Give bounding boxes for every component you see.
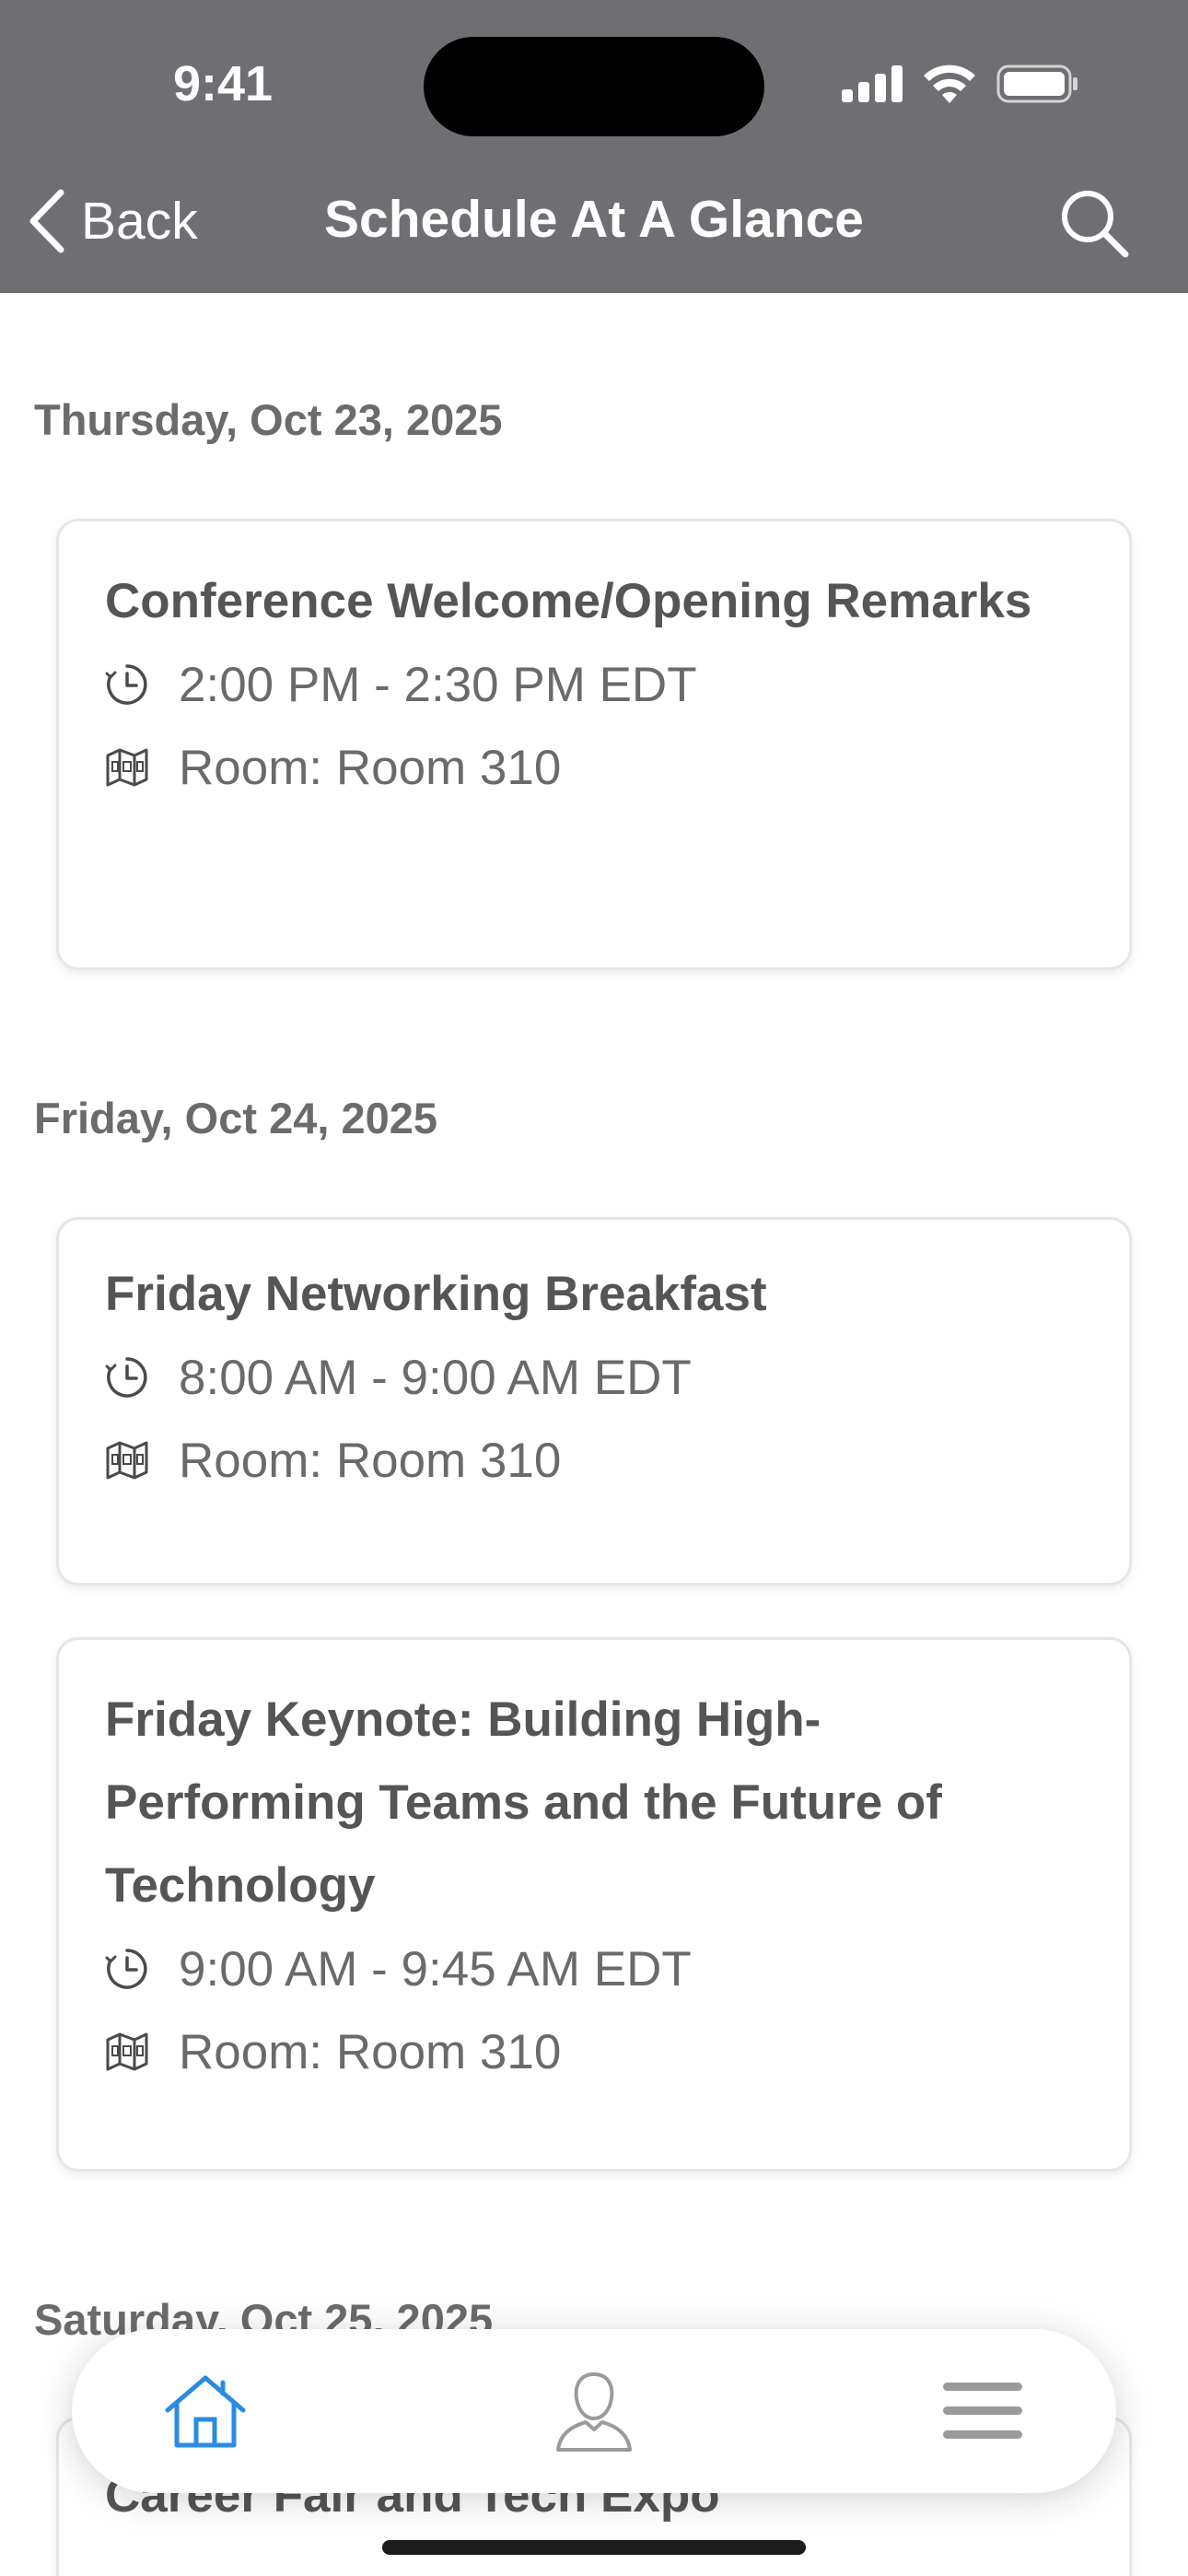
battery-icon [996,64,1077,103]
cellular-signal-icon [842,65,903,102]
session-card[interactable]: Friday Keynote: Building High-Performing… [56,1637,1132,2172]
top-bar: 9:41 Back Schedule At A Glance [0,0,1188,293]
session-room-row: Room: Room 310 [105,2010,1083,2093]
clock-icon [105,664,147,705]
session-time-row: 8:00 AM - 9:00 AM EDT [105,1336,1083,1419]
map-icon [106,1441,148,1480]
session-room: Room: Room 310 [179,2024,562,2079]
session-room-row: Room: Room 310 [105,726,1083,809]
tab-menu[interactable] [932,2360,1033,2462]
session-time: 8:00 AM - 9:00 AM EDT [179,1350,692,1405]
search-button[interactable] [1055,184,1133,262]
home-indicator [382,2540,806,2555]
session-card[interactable]: Conference Welcome/Opening Remarks 2:00 … [56,519,1132,970]
clock-icon [105,1949,147,1989]
wifi-icon [924,64,975,103]
status-time: 9:41 [173,56,274,111]
session-title: Friday Networking Breakfast [105,1267,767,1321]
session-room: Room: Room 310 [179,1433,562,1488]
menu-icon [943,2383,1022,2439]
session-title: Conference Welcome/Opening Remarks [105,574,1032,628]
clock-icon [105,1357,147,1398]
session-room: Room: Room 310 [179,740,562,795]
session-time-row: 2:00 PM - 2:30 PM EDT [105,643,1083,726]
tab-home[interactable] [155,2360,256,2462]
session-time: 2:00 PM - 2:30 PM EDT [179,657,697,712]
map-icon [106,2032,148,2071]
session-time: 9:00 AM - 9:45 AM EDT [179,1941,692,1996]
page-title: Schedule At A Glance [324,190,864,249]
dynamic-island [424,37,764,136]
map-icon [106,748,148,787]
tab-profile[interactable] [543,2360,645,2462]
home-icon [165,2375,246,2448]
session-card[interactable]: Friday Networking Breakfast 8:00 AM - 9:… [56,1217,1132,1586]
schedule-list[interactable]: Thursday, Oct 23, 2025 Conference Welcom… [0,293,1188,2576]
search-icon [1062,191,1129,258]
status-icons [842,64,1079,103]
session-room-row: Room: Room 310 [105,1419,1083,1502]
session-time-row: 9:00 AM - 9:45 AM EDT [105,1927,1083,2010]
day-header: Thursday, Oct 23, 2025 [34,395,503,444]
tab-bar [72,2329,1116,2493]
session-title: Friday Keynote: Building High-Performing… [105,1692,942,1913]
day-header: Friday, Oct 24, 2025 [34,1094,438,1142]
profile-icon [556,2371,632,2452]
